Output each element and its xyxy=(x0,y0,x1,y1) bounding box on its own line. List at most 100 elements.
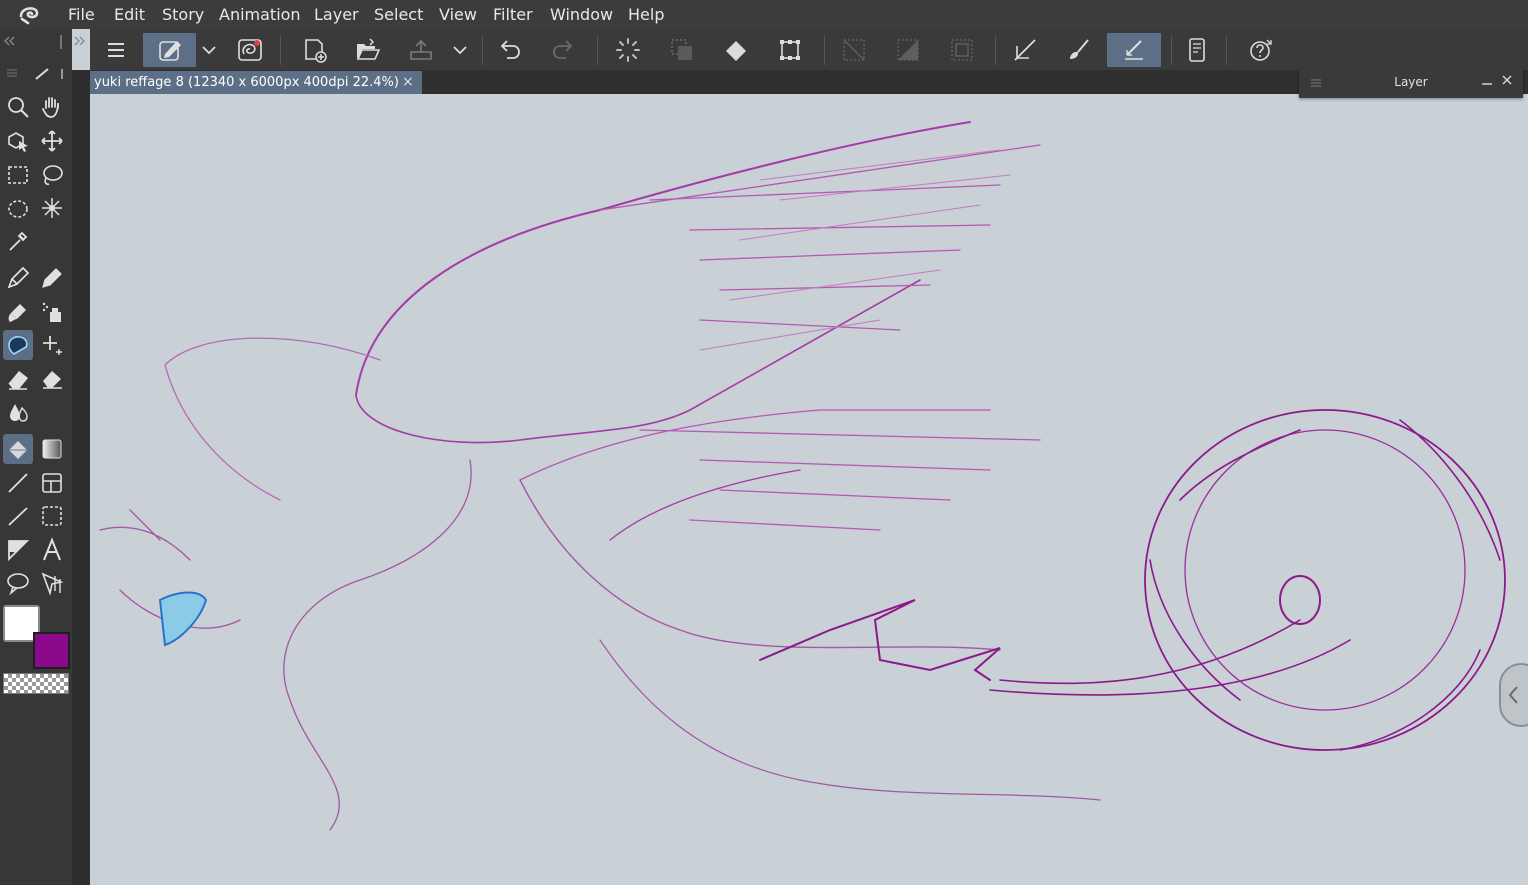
close-tab-icon[interactable]: × xyxy=(402,71,414,94)
zoom-tool[interactable] xyxy=(3,92,33,122)
redo-button[interactable] xyxy=(546,33,580,67)
clear-selection-icon xyxy=(671,39,692,60)
spray-icon xyxy=(42,302,61,322)
close-icon[interactable] xyxy=(1501,74,1513,88)
snap-grid-button[interactable] xyxy=(1107,33,1161,67)
brush-size-icon[interactable] xyxy=(34,65,68,83)
new-canvas-button[interactable] xyxy=(298,33,332,67)
select-all-button[interactable] xyxy=(945,33,979,67)
lasso-select-tool[interactable] xyxy=(37,160,67,190)
balloon-icon xyxy=(7,573,29,596)
collapse-left-icon[interactable] xyxy=(2,35,16,47)
rect-select-tool[interactable] xyxy=(3,160,33,190)
dotted-rect-tool[interactable] xyxy=(37,501,67,531)
menu-file[interactable]: File xyxy=(68,5,95,24)
star-tool[interactable] xyxy=(37,330,67,360)
hand-tool[interactable] xyxy=(37,92,67,122)
frame-tool[interactable] xyxy=(37,468,67,498)
sub-tool-detail-button[interactable] xyxy=(143,33,196,67)
sub-tool-dropdown[interactable] xyxy=(194,33,224,67)
object-tool[interactable] xyxy=(3,126,33,156)
open-folder-icon xyxy=(356,38,381,60)
open-button[interactable] xyxy=(351,33,385,67)
separator xyxy=(280,35,281,65)
redo-icon xyxy=(553,40,573,59)
save-button[interactable] xyxy=(404,33,438,67)
left-dock-strip xyxy=(72,70,90,885)
menu-edit[interactable]: Edit xyxy=(114,5,145,24)
clear-selection-button[interactable] xyxy=(665,33,699,67)
star-icon xyxy=(43,336,62,355)
pen-tool[interactable] xyxy=(3,263,33,293)
water-icon xyxy=(10,404,28,422)
correct-line-icon xyxy=(41,572,64,596)
help-button[interactable] xyxy=(1244,33,1278,67)
pen-pressure-icon xyxy=(1125,40,1143,60)
line-tool[interactable] xyxy=(3,468,33,498)
menu-layer[interactable]: Layer xyxy=(314,5,359,24)
spray-tool[interactable] xyxy=(37,297,67,327)
brush-tool[interactable] xyxy=(3,297,33,327)
eyedropper-tool[interactable] xyxy=(3,226,33,256)
collapse-right-icon[interactable] xyxy=(72,35,86,47)
panel-menu-icon[interactable] xyxy=(5,67,19,79)
gradient-tool[interactable] xyxy=(37,434,67,464)
menu-select[interactable]: Select xyxy=(374,5,423,24)
menu-view[interactable]: View xyxy=(439,5,477,24)
select-all-icon xyxy=(951,39,973,61)
pencil-icon xyxy=(42,268,62,288)
ruler-icon xyxy=(1014,39,1036,61)
balloon-tool[interactable] xyxy=(3,568,33,598)
menu-filter[interactable]: Filter xyxy=(493,5,533,24)
transform-button[interactable] xyxy=(773,33,807,67)
lasso-fill-button[interactable] xyxy=(233,33,267,67)
blend-tool[interactable] xyxy=(3,330,33,360)
hide-selection-button[interactable] xyxy=(837,33,871,67)
separator xyxy=(1226,35,1227,65)
eraser-tool[interactable] xyxy=(3,364,33,394)
magic-wand-tool[interactable] xyxy=(37,193,67,223)
minimize-icon[interactable] xyxy=(1481,74,1493,88)
sub-tool-detail-icon xyxy=(158,41,181,61)
water-tool[interactable] xyxy=(3,397,33,427)
correct-line-tool[interactable] xyxy=(37,568,67,598)
snap-brush-button[interactable] xyxy=(1062,33,1096,67)
shrink-select-tool[interactable] xyxy=(3,193,33,223)
eraser-soft-icon xyxy=(43,371,62,389)
undo-button[interactable] xyxy=(493,33,527,67)
main-menu-button[interactable] xyxy=(99,33,133,67)
shrink-select-icon xyxy=(8,200,28,218)
sub-color-swatch[interactable] xyxy=(33,632,70,669)
straight-line-tool[interactable] xyxy=(3,501,33,531)
new-canvas-icon xyxy=(305,39,327,63)
menu-window[interactable]: Window xyxy=(550,5,613,24)
separator xyxy=(1171,35,1172,65)
drawing-canvas[interactable] xyxy=(90,94,1528,885)
spinner-icon xyxy=(616,38,640,62)
menu-animation[interactable]: Animation xyxy=(219,5,301,24)
menu-help[interactable]: Help xyxy=(628,5,664,24)
ruler-tool[interactable] xyxy=(3,535,33,565)
save-icon xyxy=(410,39,432,60)
pencil-tool[interactable] xyxy=(37,263,67,293)
invert-selection-button[interactable] xyxy=(891,33,925,67)
fill-button[interactable] xyxy=(719,33,753,67)
device-settings-button[interactable] xyxy=(1180,33,1214,67)
snap-ruler-button[interactable] xyxy=(1008,33,1042,67)
expand-panel-handle[interactable] xyxy=(1499,663,1528,727)
document-tab[interactable]: yuki reffage 8 (12340 x 6000px 400dpi 22… xyxy=(90,71,422,94)
text-tool[interactable] xyxy=(37,535,67,565)
separator xyxy=(995,35,996,65)
save-dropdown[interactable] xyxy=(445,33,475,67)
fill-bucket-tool[interactable] xyxy=(3,434,33,464)
move-tool[interactable] xyxy=(37,126,67,156)
eraser-soft-tool[interactable] xyxy=(37,364,67,394)
pen-icon xyxy=(7,266,30,289)
chevron-left-icon xyxy=(1508,686,1518,704)
app-logo-icon[interactable] xyxy=(16,3,42,27)
brush-icon xyxy=(8,304,26,322)
fill-bucket-icon xyxy=(9,441,27,459)
transparent-color-swatch[interactable] xyxy=(3,673,69,694)
menu-story[interactable]: Story xyxy=(162,5,204,24)
layer-panel[interactable]: Layer xyxy=(1299,68,1523,98)
